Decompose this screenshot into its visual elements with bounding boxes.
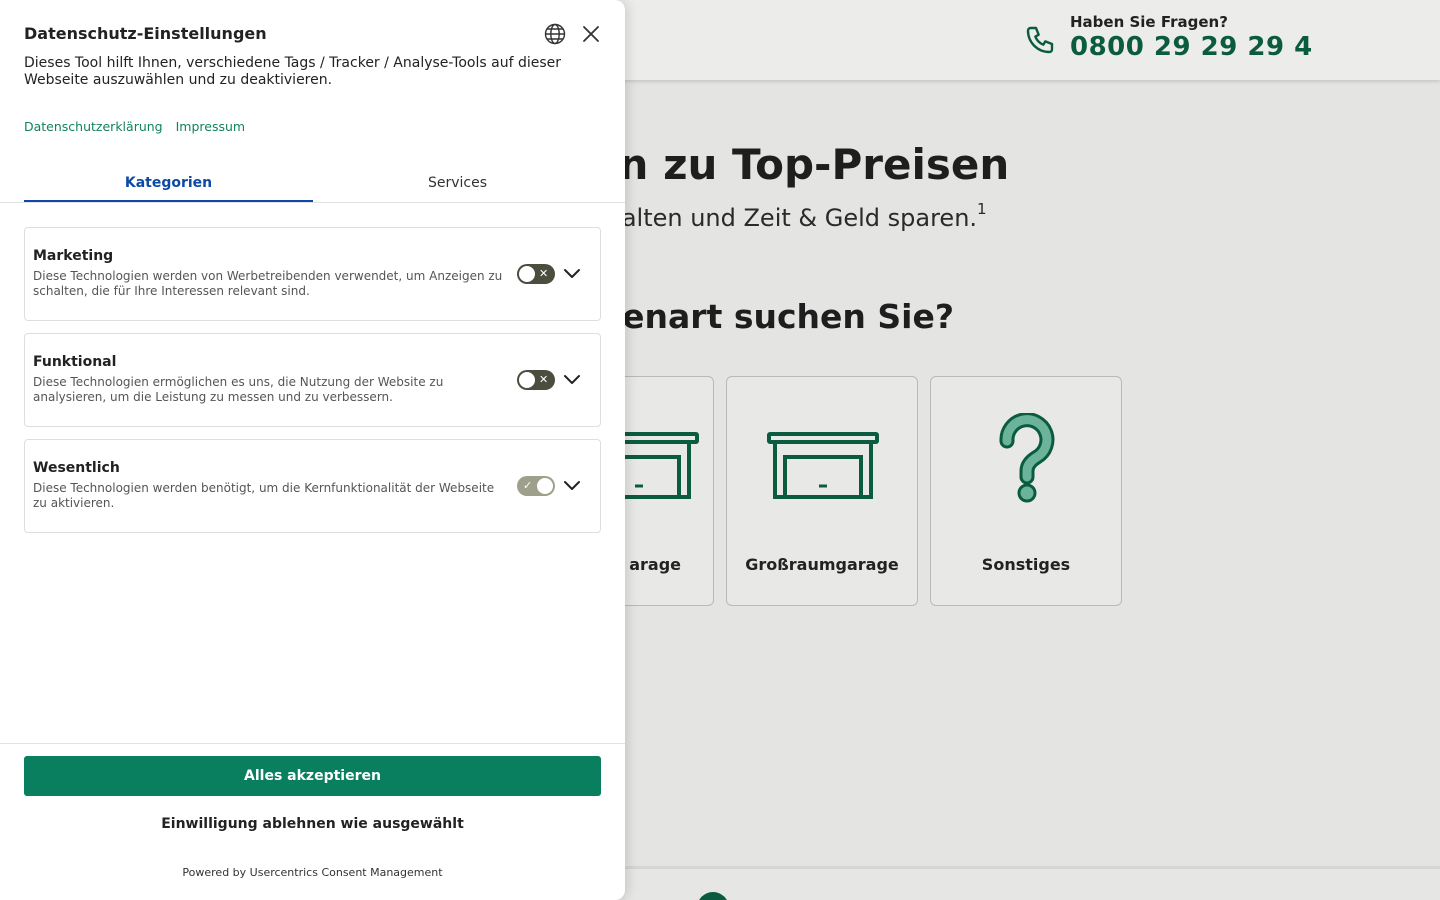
essential-toggle[interactable]: ✓ bbox=[517, 476, 555, 496]
toggle-knob bbox=[519, 372, 535, 388]
card-large-garage[interactable]: Großraumgarage bbox=[726, 376, 918, 606]
category-title: Marketing bbox=[33, 248, 114, 264]
card-other[interactable]: Sonstiges bbox=[930, 376, 1122, 606]
panel-description: Dieses Tool hilft Ihnen, verschiedene Ta… bbox=[24, 55, 562, 88]
card-label: Großraumgarage bbox=[745, 555, 899, 574]
tab-categories[interactable]: Kategorien bbox=[24, 164, 313, 202]
imprint-link[interactable]: Impressum bbox=[176, 119, 245, 134]
tab-bar: Kategorien Services bbox=[0, 164, 625, 203]
legal-links: Datenschutzerklärung Impressum bbox=[24, 119, 258, 134]
category-description: Diese Technologien werden benötigt, um d… bbox=[33, 481, 495, 510]
x-icon: ✕ bbox=[539, 373, 549, 386]
deny-as-selected-button[interactable]: Einwilligung ablehnen wie ausgewählt bbox=[24, 804, 601, 844]
privacy-settings-panel: Datenschutz-Einstellungen Dieses Tool hi… bbox=[0, 0, 625, 900]
privacy-policy-link[interactable]: Datenschutzerklärung bbox=[24, 119, 163, 134]
toggle-knob bbox=[519, 266, 535, 282]
phone-question: Haben Sie Fragen? bbox=[1070, 13, 1228, 31]
phone-number[interactable]: 0800 29 29 29 4 bbox=[1070, 32, 1313, 62]
powered-by-text[interactable]: Powered by Usercentrics Consent Manageme… bbox=[0, 866, 625, 879]
category-marketing: Marketing Diese Technologien werden von … bbox=[24, 227, 601, 321]
chevron-down-icon[interactable] bbox=[563, 264, 581, 284]
footnote-marker[interactable]: 1 bbox=[977, 200, 987, 218]
category-description: Diese Technologien ermöglichen es uns, d… bbox=[33, 375, 444, 404]
language-globe-icon[interactable] bbox=[543, 22, 567, 46]
phone-icon bbox=[1026, 26, 1054, 54]
functional-toggle[interactable]: ✕ bbox=[517, 370, 555, 390]
accept-all-button[interactable]: Alles akzeptieren bbox=[24, 756, 601, 796]
check-icon: ✓ bbox=[523, 479, 533, 492]
chevron-down-icon[interactable] bbox=[563, 370, 581, 390]
footer-divider bbox=[0, 743, 625, 744]
x-icon: ✕ bbox=[539, 267, 549, 280]
question-mark-icon bbox=[999, 413, 1055, 503]
toggle-knob bbox=[537, 478, 553, 494]
card-label: Sonstiges bbox=[981, 555, 1071, 574]
large-garage-icon bbox=[767, 432, 879, 499]
tab-services[interactable]: Services bbox=[313, 164, 602, 202]
category-essential: Wesentlich Diese Technologien werden ben… bbox=[24, 439, 601, 533]
category-functional: Funktional Diese Technologien ermögliche… bbox=[24, 333, 601, 427]
chevron-down-icon[interactable] bbox=[563, 476, 581, 496]
hero-title: gen zu Top-Preisen bbox=[560, 140, 1010, 189]
close-icon[interactable] bbox=[580, 22, 602, 46]
category-description: Diese Technologien werden von Werbetreib… bbox=[33, 269, 503, 298]
bottom-section bbox=[625, 866, 1440, 900]
category-title: Funktional bbox=[33, 354, 117, 370]
panel-title: Datenschutz-Einstellungen bbox=[24, 24, 267, 43]
category-title: Wesentlich bbox=[33, 460, 120, 476]
marketing-toggle[interactable]: ✕ bbox=[517, 264, 555, 284]
